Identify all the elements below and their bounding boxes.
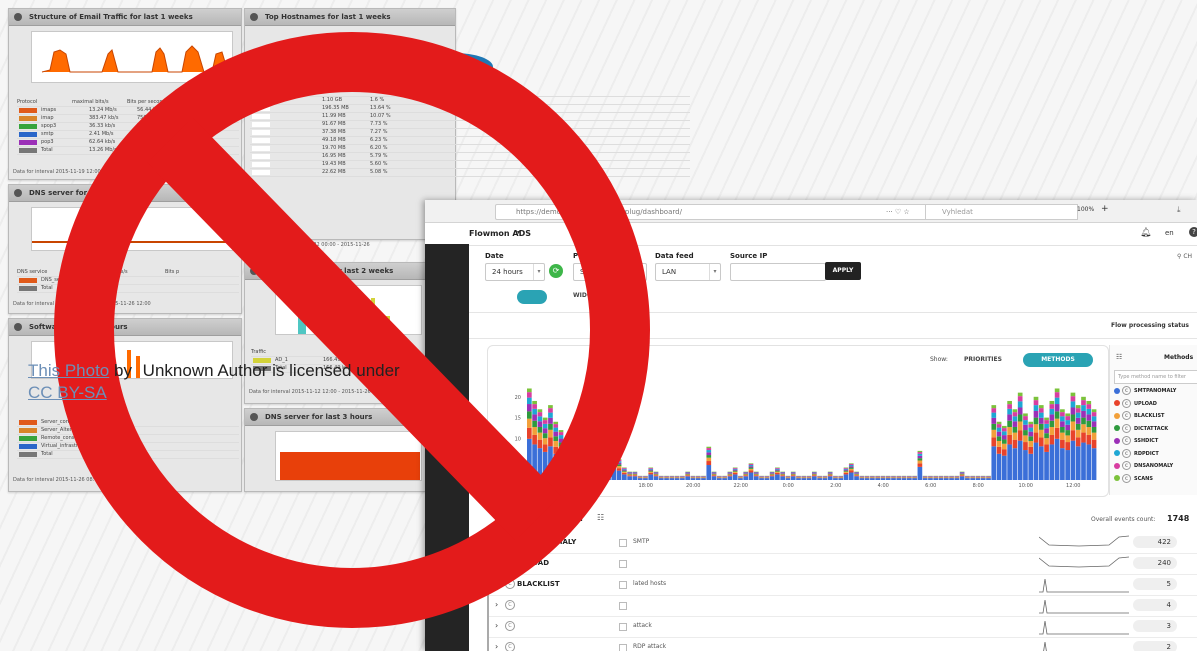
caption-by: by	[109, 361, 137, 380]
license-caption: This Photo by Unknown Author is licensed…	[28, 360, 400, 404]
prohibition-sign	[54, 32, 650, 628]
photo-link[interactable]: This Photo	[28, 361, 109, 380]
license-link[interactable]: CC BY-SA	[28, 383, 107, 402]
prohibition-slash	[147, 117, 561, 541]
caption-author: Unknown Author is licensed under	[142, 361, 400, 380]
